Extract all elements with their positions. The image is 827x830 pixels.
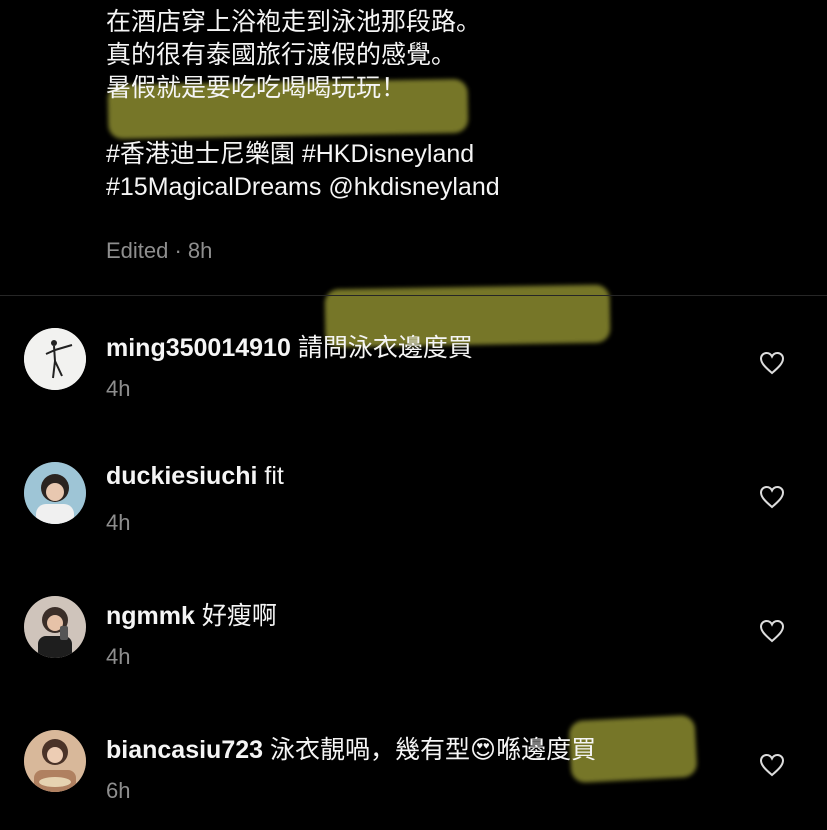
comment-item: ming350014910 請問泳衣邊度買 4h [0, 328, 827, 428]
comment-body: 喺邊度買 [496, 736, 597, 764]
comment-text: ngmmk 好瘦啊 [106, 596, 277, 632]
avatar[interactable] [24, 596, 86, 658]
post-meta: Edited · 8h [106, 238, 213, 263]
user-photo-icon [24, 730, 86, 792]
heart-icon[interactable] [759, 619, 785, 643]
comment-time: 4h [106, 510, 131, 535]
comment-time: 4h [106, 376, 131, 401]
comment-body: fit [264, 462, 284, 490]
caption-hashtags[interactable]: #15MagicalDreams @hkdisneyland [106, 171, 806, 204]
comment-body: 泳衣靚喎，幾有型 [269, 736, 470, 764]
post-caption: 在酒店穿上浴袍走到泳池那段路。 真的很有泰國旅行渡假的感覺。 暑假就是要吃吃喝喝… [106, 6, 806, 204]
comment-text: duckiesiuchi fit [106, 462, 284, 491]
comment-text: ming350014910 請問泳衣邊度買 [106, 328, 473, 364]
comment-body: 好瘦啊 [201, 602, 277, 630]
comment-username[interactable]: ming350014910 [106, 334, 291, 362]
avatar[interactable] [24, 328, 86, 390]
user-photo-icon [24, 462, 86, 524]
comment-username[interactable]: biancasiu723 [106, 736, 263, 764]
heart-eyes-emoji: 😍 [470, 736, 497, 764]
divider [0, 295, 827, 296]
heart-icon[interactable] [759, 351, 785, 375]
caption-hashtags[interactable]: #香港迪士尼樂園 #HKDisneyland [106, 138, 806, 171]
caption-line: 暑假就是要吃吃喝喝玩玩！ [106, 74, 407, 102]
avatar[interactable] [24, 462, 86, 524]
comment-time: 4h [106, 644, 131, 669]
caption-line: 真的很有泰國旅行渡假的感覺。 [106, 41, 457, 69]
caption-line: 在酒店穿上浴袍走到泳池那段路。 [106, 8, 482, 36]
selfie-icon [24, 596, 86, 658]
avatar[interactable] [24, 730, 86, 792]
comment-item: biancasiu723 泳衣靚喎，幾有型😍喺邊度買 6h [0, 730, 827, 830]
comment-body: 請問泳衣邊度買 [297, 334, 473, 362]
comment-time: 6h [106, 778, 131, 803]
comment-username[interactable]: ngmmk [106, 602, 195, 630]
comment-item: duckiesiuchi fit 4h [0, 462, 827, 562]
comment-text: biancasiu723 泳衣靚喎，幾有型😍喺邊度買 [106, 730, 596, 766]
comment-item: ngmmk 好瘦啊 4h [0, 596, 827, 696]
comment-username[interactable]: duckiesiuchi [106, 462, 257, 490]
heart-icon[interactable] [759, 753, 785, 777]
ballerina-icon [24, 328, 86, 390]
heart-icon[interactable] [759, 485, 785, 509]
